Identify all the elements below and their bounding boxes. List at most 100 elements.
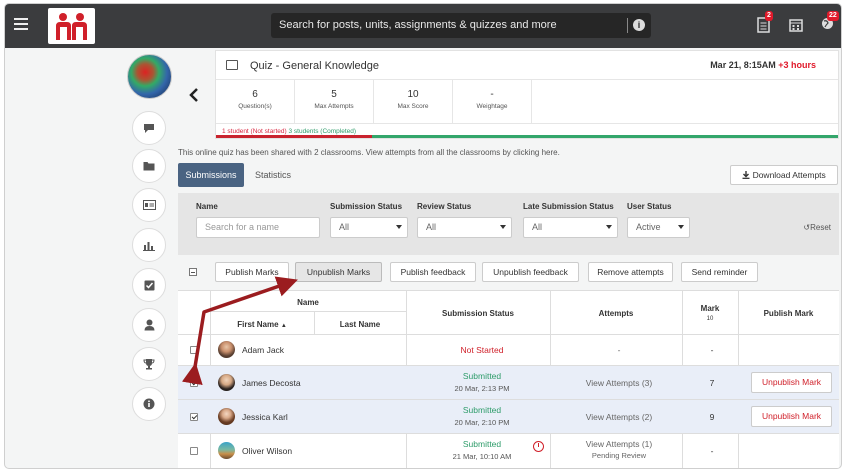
search-divider xyxy=(627,18,628,33)
view-attempts-link[interactable]: View Attempts (2) xyxy=(554,412,684,422)
search-input[interactable]: Search for posts, units, assignments & q… xyxy=(279,19,557,31)
avatar xyxy=(218,374,235,391)
quiz-due-date: Mar 21, 8:15AM +3 hours xyxy=(710,60,816,70)
sort-up-icon: ▲ xyxy=(280,323,287,329)
info-circle-icon[interactable] xyxy=(132,387,166,421)
table-row: Adam Jack Not Started - - xyxy=(178,335,839,365)
attempts-value: - xyxy=(617,345,621,355)
submission-status: Submitted 20 Mar, 2:10 PM xyxy=(454,405,510,427)
info-icon[interactable]: i xyxy=(633,19,645,31)
last-name-header[interactable]: Last Name xyxy=(314,320,406,329)
completion-status[interactable]: 1 student (Not started) 3 students (Comp… xyxy=(222,128,356,135)
row-checkbox[interactable] xyxy=(190,447,198,455)
user-icon[interactable] xyxy=(132,308,166,342)
submission-status-header: Submission Status xyxy=(441,309,514,318)
quiz-header-card: Quiz - General Knowledge Mar 21, 8:15AM … xyxy=(215,50,839,139)
notifications-badge: 22 xyxy=(827,11,839,21)
pending-review-label: Pending Review xyxy=(591,451,647,460)
table-row: Jessica Karl Submitted 20 Mar, 2:10 PM Vi… xyxy=(178,400,839,433)
divider xyxy=(210,311,406,312)
user-status-label: User Status xyxy=(627,202,672,211)
avatar xyxy=(218,341,235,358)
checklist-icon[interactable] xyxy=(132,268,166,302)
row-checkbox[interactable] xyxy=(190,379,198,387)
mark-value: - xyxy=(710,446,714,456)
review-status-label: Review Status xyxy=(417,202,472,211)
unpublish-feedback-button[interactable]: Unpublish feedback xyxy=(482,262,579,282)
avatar xyxy=(218,442,235,459)
submission-status: Submitted 20 Mar, 2:13 PM xyxy=(454,371,510,393)
student-name: Oliver Wilson xyxy=(242,446,293,456)
folder-icon[interactable] xyxy=(132,149,166,183)
name-filter-label: Name xyxy=(196,202,218,211)
attempts-header: Attempts xyxy=(598,309,634,318)
stat-questions: 6 Question(s) xyxy=(216,80,295,123)
mark-value: 9 xyxy=(709,412,715,422)
top-navbar: Search for posts, units, assignments & q… xyxy=(5,4,841,48)
publish-mark-header: Publish Mark xyxy=(763,309,814,318)
publish-feedback-button[interactable]: Publish feedback xyxy=(390,262,476,282)
quiz-icon xyxy=(226,60,238,70)
menu-icon[interactable] xyxy=(14,18,28,30)
bar-chart-icon[interactable] xyxy=(132,228,166,262)
submissions-table: Name First Name ▲ Last Name Submission S… xyxy=(178,290,839,468)
student-name: Jessica Karl xyxy=(242,412,288,422)
first-name-header[interactable]: First Name ▲ xyxy=(210,320,314,329)
name-search-input[interactable]: Search for a name xyxy=(196,217,320,238)
tab-statistics[interactable]: Statistics xyxy=(255,163,291,187)
table-row: James Decosta Submitted 20 Mar, 2:13 PM V… xyxy=(178,366,839,399)
send-reminder-button[interactable]: Send reminder xyxy=(681,262,758,282)
row-checkbox[interactable] xyxy=(190,413,198,421)
tab-submissions[interactable]: Submissions xyxy=(178,163,244,187)
mark-value: 7 xyxy=(709,378,715,388)
reset-button[interactable]: ↺Reset xyxy=(803,223,831,232)
mark-value: - xyxy=(710,345,714,355)
trophy-icon[interactable] xyxy=(132,347,166,381)
back-chevron-icon[interactable] xyxy=(189,88,199,102)
download-attempts-button[interactable]: Download Attempts xyxy=(730,165,838,185)
view-attempts-link[interactable]: View Attempts (1) xyxy=(586,439,652,449)
progress-not-started xyxy=(216,135,372,138)
filter-panel: Name Search for a name Submission Status… xyxy=(178,193,839,255)
divider xyxy=(216,123,838,124)
bulk-select-checkbox[interactable] xyxy=(189,268,197,276)
mark-header: Mark xyxy=(700,304,720,313)
quiz-title: Quiz - General Knowledge xyxy=(250,60,380,72)
globe-icon[interactable]: 22 xyxy=(821,11,839,34)
id-card-icon[interactable] xyxy=(132,188,166,222)
publish-marks-button[interactable]: Publish Marks xyxy=(215,262,289,282)
unpublish-mark-button[interactable]: Unpublish Mark xyxy=(751,406,832,427)
progress-completed xyxy=(371,135,838,138)
logo[interactable] xyxy=(48,8,95,44)
submission-status-select[interactable]: All xyxy=(330,217,408,238)
student-name: James Decosta xyxy=(242,378,301,388)
remove-attempts-button[interactable]: Remove attempts xyxy=(588,262,673,282)
unpublish-marks-button[interactable]: Unpublish Marks xyxy=(295,262,382,282)
comment-icon[interactable] xyxy=(132,111,166,145)
name-header: Name xyxy=(297,298,319,307)
user-status-select[interactable]: Active xyxy=(627,217,690,238)
calendar-icon[interactable] xyxy=(789,17,804,34)
review-status-select[interactable]: All xyxy=(417,217,512,238)
shared-notice: This online quiz has been shared with 2 … xyxy=(178,148,560,157)
search-bar[interactable]: Search for posts, units, assignments & q… xyxy=(271,13,651,38)
stat-max-score: 10 Max Score xyxy=(374,80,453,123)
app-window: Search for posts, units, assignments & q… xyxy=(4,3,842,469)
view-attempts-link[interactable]: View Attempts (3) xyxy=(554,378,684,388)
submission-status-label: Submission Status xyxy=(330,202,403,211)
attempts-cell: View Attempts (1) Pending Review xyxy=(554,439,684,460)
clicking-here-link[interactable]: clicking here. xyxy=(513,148,560,157)
late-submission-select[interactable]: All xyxy=(523,217,618,238)
unpublish-mark-button[interactable]: Unpublish Mark xyxy=(751,372,832,393)
mark-max: 10 xyxy=(706,316,714,322)
row-checkbox[interactable] xyxy=(190,346,198,354)
submission-status: Submitted 21 Mar, 10:10 AM xyxy=(452,439,512,461)
late-submission-label: Late Submission Status xyxy=(523,202,614,211)
student-name: Adam Jack xyxy=(242,345,285,355)
download-icon xyxy=(742,171,750,179)
late-clock-icon xyxy=(533,441,544,452)
user-avatar[interactable] xyxy=(127,54,172,99)
notes-icon[interactable]: 2 xyxy=(757,11,773,34)
notes-badge: 2 xyxy=(765,11,773,21)
stat-weightage: - Weightage xyxy=(453,80,532,123)
